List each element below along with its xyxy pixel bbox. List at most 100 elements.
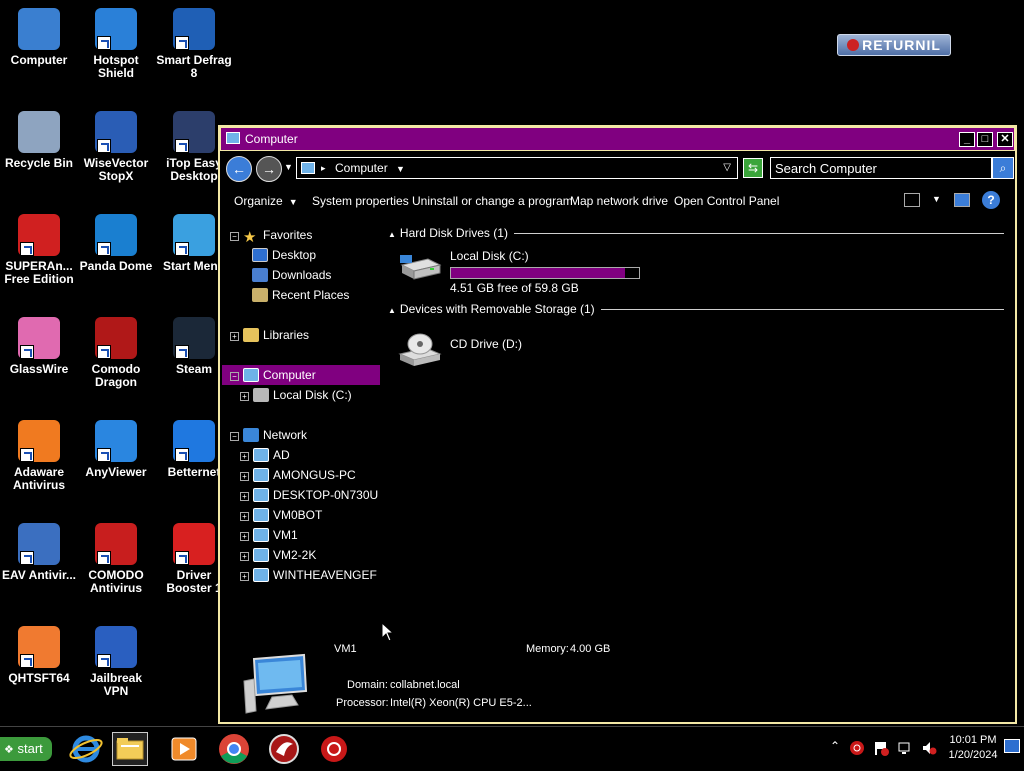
chevron-down-icon[interactable]: ▼ (396, 164, 405, 174)
open-control-panel-button[interactable]: Open Control Panel (674, 194, 779, 208)
betternet-icon (173, 420, 215, 462)
desktop-icon-item[interactable]: Comodo Dragon (77, 317, 155, 389)
address-bar[interactable]: ▸ Computer ▼ ▽ (296, 157, 738, 179)
shortcut-arrow-icon (20, 551, 34, 565)
expand-icon[interactable]: + (240, 472, 249, 481)
search-input[interactable] (770, 157, 992, 179)
back-button[interactable]: ← (226, 156, 252, 182)
desktop-icon-item[interactable]: Panda Dome (77, 214, 155, 273)
expand-icon[interactable]: + (240, 512, 249, 521)
driver-booster-tray-icon[interactable] (849, 740, 865, 756)
taskbar-comodo-dragon[interactable] (266, 732, 302, 766)
desktop-icon-item[interactable]: Adaware Antivirus (0, 420, 78, 492)
collapse-group-icon[interactable]: ▲ (388, 306, 396, 315)
taskbar-explorer[interactable] (112, 732, 148, 766)
desktop-icon-item[interactable]: GlassWire (0, 317, 78, 376)
eav-antivirus-icon (18, 523, 60, 565)
maximize-button[interactable]: □ (977, 132, 993, 147)
expand-icon[interactable]: + (240, 492, 249, 501)
address-dropdown-icon[interactable]: ▽ (723, 158, 731, 178)
nav-desktop[interactable]: Desktop (222, 245, 380, 265)
chevron-right-icon[interactable]: ▸ (321, 158, 326, 178)
nav-computer[interactable]: − Computer (222, 365, 380, 385)
view-dropdown-icon[interactable]: ▼ (932, 194, 941, 204)
desktop-icon-item[interactable]: AnyViewer (77, 420, 155, 479)
minimize-button[interactable]: _ (959, 132, 975, 147)
system-clock[interactable]: 10:01 PM 1/20/2024 (940, 733, 1006, 763)
comodo-dragon-icon (95, 317, 137, 359)
collapse-group-icon[interactable]: ▲ (388, 230, 396, 239)
group-header-hard-disk-drives[interactable]: ▲ Hard Disk Drives (1) (388, 225, 1008, 243)
recent-pages-dropdown-icon[interactable]: ▼ (284, 162, 293, 172)
nav-network-computer[interactable]: + AD (222, 445, 380, 465)
drive-item-cd-drive-d[interactable]: CD Drive (D:) (398, 327, 698, 371)
window-titlebar[interactable]: Computer _ □ ✕ (220, 127, 1015, 151)
close-button[interactable]: ✕ (997, 132, 1013, 147)
expand-icon[interactable]: + (240, 572, 249, 581)
taskbar-internet-explorer[interactable] (68, 732, 104, 766)
nav-network-computer[interactable]: + DESKTOP-0N730U (222, 485, 380, 505)
nav-network-computer[interactable]: + VM1 (222, 525, 380, 545)
drive-item-local-disk-c[interactable]: Local Disk (C:) 4.51 GB free of 59.8 GB (398, 249, 698, 295)
nav-local-disk[interactable]: + Local Disk (C:) (222, 385, 380, 405)
refresh-button[interactable]: ⇆ (743, 158, 763, 178)
start-button[interactable]: ❖ start (0, 737, 52, 761)
show-hidden-icons-button[interactable]: ⌃ (830, 739, 840, 753)
nav-network-computer[interactable]: + VM0BOT (222, 505, 380, 525)
desktop-icon-item[interactable]: WiseVector StopX (77, 111, 155, 183)
system-properties-button[interactable]: System properties (312, 194, 409, 208)
nav-libraries[interactable]: + Libraries (222, 325, 380, 345)
desktop-icon-label: Adaware Antivirus (12, 465, 65, 492)
expand-icon[interactable]: + (230, 332, 239, 341)
nav-network[interactable]: − Network (222, 425, 380, 445)
expand-icon[interactable]: + (240, 552, 249, 561)
network-tray-icon[interactable] (897, 740, 913, 756)
drive-name: CD Drive (D:) (450, 337, 522, 351)
desktop-icon-item[interactable]: Hotspot Shield (77, 8, 155, 80)
clock-time: 10:01 PM (949, 734, 997, 746)
desktop-icon-item[interactable]: SUPERAn... Free Edition (0, 214, 78, 286)
show-desktop-button[interactable] (1004, 739, 1020, 753)
collapse-icon[interactable]: − (230, 432, 239, 441)
nav-label: Computer (263, 368, 316, 382)
nav-network-computer[interactable]: + AMONGUS-PC (222, 465, 380, 485)
address-crumb-computer[interactable]: Computer (335, 161, 388, 175)
view-options-icon[interactable] (904, 193, 920, 207)
shortcut-arrow-icon (20, 242, 34, 256)
desktop-icon-item[interactable]: Computer (0, 8, 78, 67)
nav-recent-places[interactable]: Recent Places (222, 285, 380, 305)
desktop-icon-item[interactable]: Jailbreak VPN (77, 626, 155, 698)
nav-favorites[interactable]: − ★ Favorites (222, 225, 380, 245)
group-header-removable-storage[interactable]: ▲ Devices with Removable Storage (1) (388, 301, 1008, 319)
uninstall-program-button[interactable]: Uninstall or change a program (412, 194, 573, 208)
taskbar-driver-booster[interactable] (316, 732, 352, 766)
expand-icon[interactable]: + (240, 532, 249, 541)
taskbar-chrome[interactable] (216, 732, 252, 766)
volume-muted-icon[interactable] (921, 740, 937, 756)
nav-network-computer[interactable]: + VM2-2K (222, 545, 380, 565)
expand-icon[interactable]: + (240, 452, 249, 461)
desktop-icon-item[interactable]: QHTSFT64 (0, 626, 78, 685)
drive-free-space: 4.51 GB free of 59.8 GB (450, 281, 579, 295)
taskbar-media-player[interactable] (166, 732, 202, 766)
map-network-drive-button[interactable]: Map network drive (570, 194, 668, 208)
returnil-badge[interactable]: RETURNIL (837, 34, 951, 56)
organize-button[interactable]: Organize ▼ (234, 194, 298, 208)
help-icon[interactable]: ? (982, 191, 1000, 209)
details-domain-label: Domain: (347, 679, 388, 691)
desktop-icon-item[interactable]: Recycle Bin (0, 111, 78, 170)
desktop-icon-item[interactable]: EAV Antivir... (0, 523, 78, 582)
nav-network-computer[interactable]: + WINTHEAVENGEF (222, 565, 380, 585)
collapse-icon[interactable]: − (230, 232, 239, 241)
desktop-icon-item[interactable]: COMODO Antivirus (77, 523, 155, 595)
preview-pane-icon[interactable] (954, 193, 970, 207)
forward-button[interactable]: → (256, 156, 282, 182)
expand-icon[interactable]: + (240, 392, 249, 401)
desktop-icon-item[interactable]: Smart Defrag 8 (155, 8, 233, 80)
collapse-icon[interactable]: − (230, 372, 239, 381)
clock-date: 1/20/2024 (948, 749, 998, 761)
shortcut-arrow-icon (97, 242, 111, 256)
action-center-flag-icon[interactable] (873, 740, 889, 756)
nav-downloads[interactable]: Downloads (222, 265, 380, 285)
search-icon[interactable]: ⌕ (992, 157, 1014, 179)
